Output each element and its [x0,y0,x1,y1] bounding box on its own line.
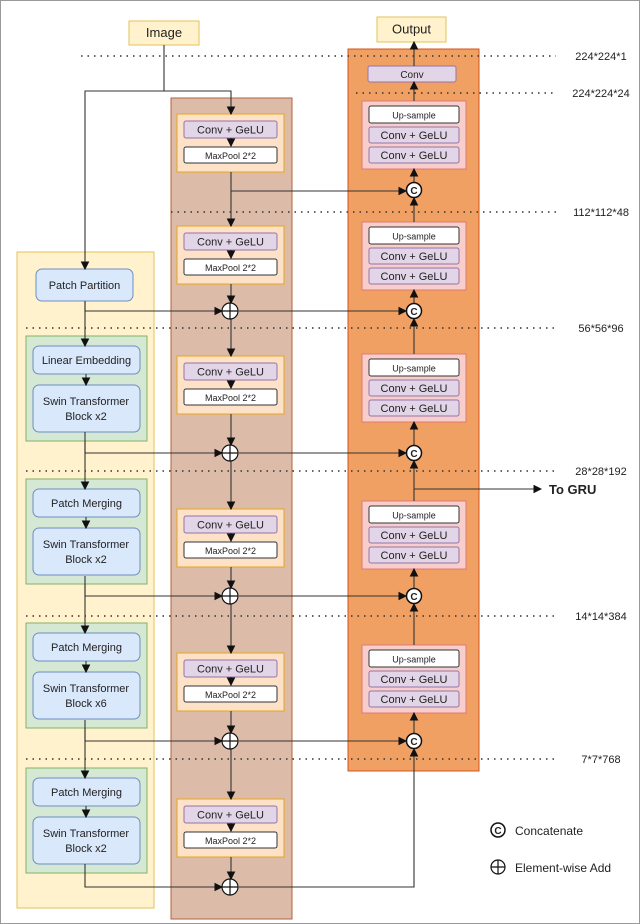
maxpool-box-label: MaxPool 2*2 [205,393,256,403]
swin-transformer-box [32,816,141,865]
concatenate-icon-label: C [410,737,417,748]
concatenate-icon-label: C [410,449,417,460]
swin-transformer-box [32,384,141,433]
upsample-box-label: Up-sample [392,111,436,121]
resolution-label: 224*224*1 [575,51,626,63]
upsample-box-label: Up-sample [392,232,436,242]
conv-gelu-box-label: Conv + GeLU [197,125,264,137]
legend-concatenate-symbol: C [494,826,501,837]
maxpool-box-label: MaxPool 2*2 [205,546,256,556]
resolution-label: 28*28*192 [575,466,626,478]
swin-transformer-box [32,527,141,576]
maxpool-box-label: MaxPool 2*2 [205,690,256,700]
to-gru-label: To GRU [549,482,596,497]
resolution-label: 56*56*96 [578,323,623,335]
concatenate-icon-label: C [410,186,417,197]
conv-gelu-box-label: Conv + GeLU [381,694,448,706]
diagram-canvas: 224*224*1 224*224*24 112*112*48 56*56*96 28*… [16,16,630,920]
swin-block-label: Block x2 [65,554,107,566]
conv-gelu-box-label: Conv + GeLU [197,367,264,379]
legend-add-label: Element-wise Add [515,861,611,875]
conv-gelu-box-label: Conv + GeLU [197,810,264,822]
maxpool-box-label: MaxPool 2*2 [205,836,256,846]
swin-block-label: Block x6 [65,698,107,710]
upsample-box-label: Up-sample [392,655,436,665]
resolution-label: 14*14*384 [575,611,626,623]
patch-merging-box-label: Patch Merging [51,498,122,510]
conv-gelu-box-label: Conv + GeLU [197,520,264,532]
conv-gelu-box-label: Conv + GeLU [381,674,448,686]
conv-gelu-box-label: Conv + GeLU [381,403,448,415]
concatenate-icon-label: C [410,307,417,318]
swin-block-label: Swin Transformer [43,828,130,840]
image-input-box-label: Image [146,25,182,40]
maxpool-box-label: MaxPool 2*2 [205,151,256,161]
swin-block-label: Swin Transformer [43,396,130,408]
patch-partition-box-label: Patch Partition [49,280,121,292]
final-conv-box-label: Conv [400,70,423,81]
conv-gelu-box-label: Conv + GeLU [381,251,448,263]
upsample-box-label: Up-sample [392,511,436,521]
linear-embedding-box-label: Linear Embedding [42,355,131,367]
upsample-box-label: Up-sample [392,364,436,374]
resolution-label: 7*7*768 [581,754,620,766]
conv-gelu-box-label: Conv + GeLU [381,271,448,283]
resolution-label: 224*224*24 [572,88,630,100]
conv-gelu-box-label: Conv + GeLU [197,664,264,676]
unet-swin-diagram: 224*224*1 224*224*24 112*112*48 56*56*96 28*… [0,0,640,924]
swin-block-label: Block x2 [65,411,107,423]
output-box-label: Output [392,22,431,37]
conv-gelu-box-label: Conv + GeLU [381,150,448,162]
patch-merging-box-label: Patch Merging [51,642,122,654]
swin-transformer-box [32,671,141,720]
conv-gelu-box-label: Conv + GeLU [381,530,448,542]
maxpool-box-label: MaxPool 2*2 [205,263,256,273]
patch-merging-box-label: Patch Merging [51,787,122,799]
concatenate-icon-label: C [410,592,417,603]
swin-block-label: Swin Transformer [43,539,130,551]
resolution-label: 112*112*48 [573,207,629,219]
connector-arrow [80,45,165,271]
conv-gelu-box-label: Conv + GeLU [381,130,448,142]
conv-gelu-box-label: Conv + GeLU [381,383,448,395]
legend-concatenate-label: Concatenate [515,824,583,838]
swin-block-label: Swin Transformer [43,683,130,695]
swin-block-label: Block x2 [65,843,107,855]
conv-gelu-box-label: Conv + GeLU [381,550,448,562]
conv-gelu-box-label: Conv + GeLU [197,237,264,249]
